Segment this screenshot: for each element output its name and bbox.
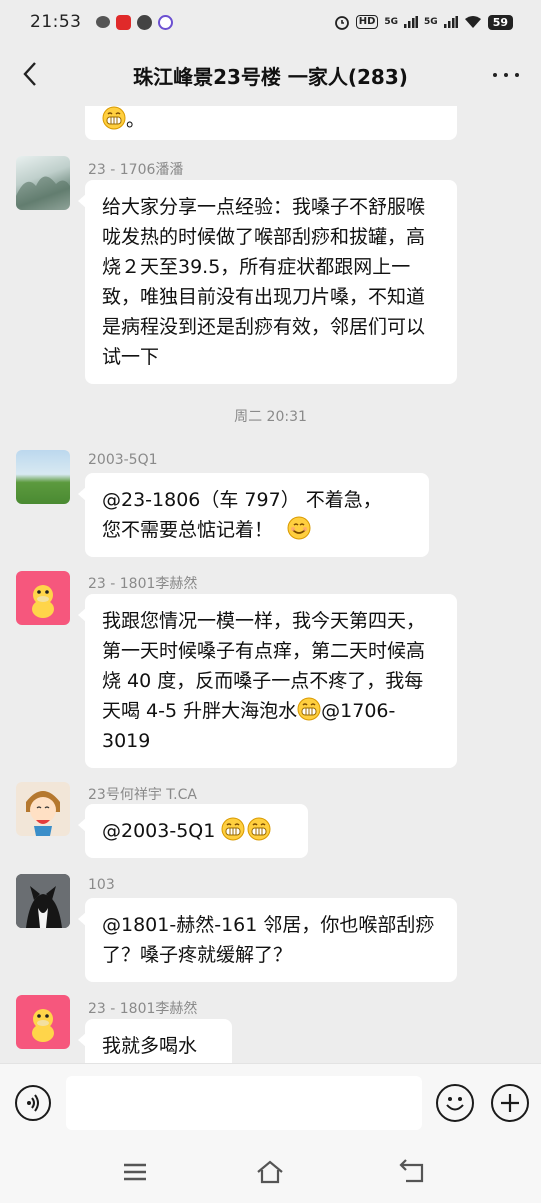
message-text: @2003-5Q1: [102, 820, 222, 842]
signal-bars-icon: [404, 16, 419, 28]
chat-header: 珠江峰景23号楼 一家人(283): [0, 44, 541, 106]
wifi-icon: [464, 16, 481, 28]
notification-icons: [95, 14, 173, 30]
hd-badge: HD: [355, 15, 379, 29]
back-button[interactable]: [14, 58, 46, 90]
battery-indicator: 59: [487, 14, 513, 30]
back-icon: [399, 1159, 424, 1183]
message-text: @23-1806（车 797） 不着急，: [102, 489, 382, 511]
emoji-button[interactable]: [436, 1084, 474, 1122]
menu-button[interactable]: [120, 1157, 150, 1187]
grin-emoji: [297, 697, 321, 721]
home-icon: [257, 1160, 283, 1184]
voice-button[interactable]: [15, 1085, 51, 1121]
more-button[interactable]: [493, 66, 519, 84]
input-bar: [0, 1063, 541, 1141]
avatar[interactable]: [16, 874, 70, 928]
alarm-icon: [334, 16, 349, 30]
message-bubble[interactable]: @1801-赫然-161 邻居，你也喉部刮痧了？嗓子疼就缓解了？: [78, 898, 457, 982]
wechat-icon: [95, 16, 110, 28]
message-icon: [136, 14, 152, 30]
message-input[interactable]: [66, 1076, 422, 1130]
chevron-left-icon: [23, 62, 36, 86]
message-text: 您不需要总惦记着！: [102, 519, 274, 541]
message-bubble[interactable]: 给大家分享一点经验：我嗓子不舒服喉咙发热的时候做了喉部刮痧和拔罐，高烧２天至39…: [78, 180, 457, 384]
duck-avatar-icon: [32, 1009, 54, 1042]
message-text: @1801-赫然-161 邻居，你也喉部刮痧了？嗓子疼就缓解了？: [102, 914, 435, 966]
message-bubble[interactable]: 。: [85, 106, 457, 140]
emoji-icon: [446, 1097, 464, 1111]
app-notification-icon: [115, 14, 131, 30]
avatar[interactable]: [16, 571, 70, 625]
status-time: 21:53: [30, 12, 82, 32]
sender-name: 2003-5Q1: [88, 452, 158, 468]
message-bubble[interactable]: 我就多喝水: [78, 1019, 232, 1063]
back-nav-button[interactable]: [398, 1157, 428, 1187]
grin-emoji: [102, 106, 126, 130]
smile-emoji: [287, 516, 311, 540]
signal-bars-icon: [443, 16, 458, 28]
grin-emoji: [221, 817, 245, 841]
plus-button[interactable]: [491, 1084, 529, 1122]
cartoon-avatar-icon: [26, 791, 60, 836]
sender-name: 23 - 1801李赫然: [88, 576, 198, 592]
chat-title: 珠江峰景23号楼 一家人(283): [133, 64, 408, 89]
voice-icon: [27, 1094, 39, 1112]
message-text: 水: [278, 700, 298, 722]
avatar[interactable]: [16, 782, 70, 836]
grin-emoji: [247, 817, 271, 841]
system-navigation-bar: [0, 1141, 541, 1203]
avatar[interactable]: [16, 156, 70, 210]
avatar[interactable]: [16, 450, 70, 504]
cat-avatar-icon: [16, 874, 70, 928]
status-indicators: HD 5G 5G 59: [334, 14, 513, 30]
signal-5g-1: 5G: [384, 17, 399, 27]
message-bubble[interactable]: @2003-5Q1: [78, 804, 308, 858]
message-text: 我就多喝水: [102, 1035, 198, 1057]
timestamp: 周二 20:31: [234, 409, 307, 425]
message-text: 。: [126, 109, 146, 131]
sender-name: 103: [88, 877, 115, 893]
chat-area[interactable]: 。 23 - 1706潘潘 给大家分享一点经验：我嗓子不舒服喉咙发热的时候做了喉…: [0, 106, 541, 1063]
sender-name: 23号何祥宇 T.CA: [88, 787, 197, 803]
message-bubble[interactable]: @23-1806（车 797） 不着急， 您不需要总惦记着！: [78, 473, 429, 557]
status-bar: 21:53 HD 5G 5G 59: [0, 0, 541, 44]
message-text: 给大家分享一点经验：我嗓子不舒服喉咙发热的时候做了喉部刮痧和拔罐，高烧２天至39…: [102, 196, 426, 368]
duck-avatar-icon: [32, 585, 54, 618]
home-button[interactable]: [255, 1157, 285, 1187]
sender-name: 23 - 1706潘潘: [88, 162, 184, 178]
landscape-avatar-icon: [16, 176, 70, 210]
plus-icon: [501, 1094, 519, 1112]
app-circle-icon: [157, 14, 173, 30]
avatar[interactable]: [16, 995, 70, 1049]
menu-icon: [124, 1163, 146, 1181]
more-dots-icon: [493, 73, 497, 77]
message-bubble[interactable]: 我跟您情况一模一样，我今天第四天，第一天时候嗓子有点痒，第二天时候高烧 40 度…: [78, 594, 457, 768]
signal-5g-2: 5G: [424, 17, 438, 27]
sender-name: 23 - 1801李赫然: [88, 1001, 198, 1017]
